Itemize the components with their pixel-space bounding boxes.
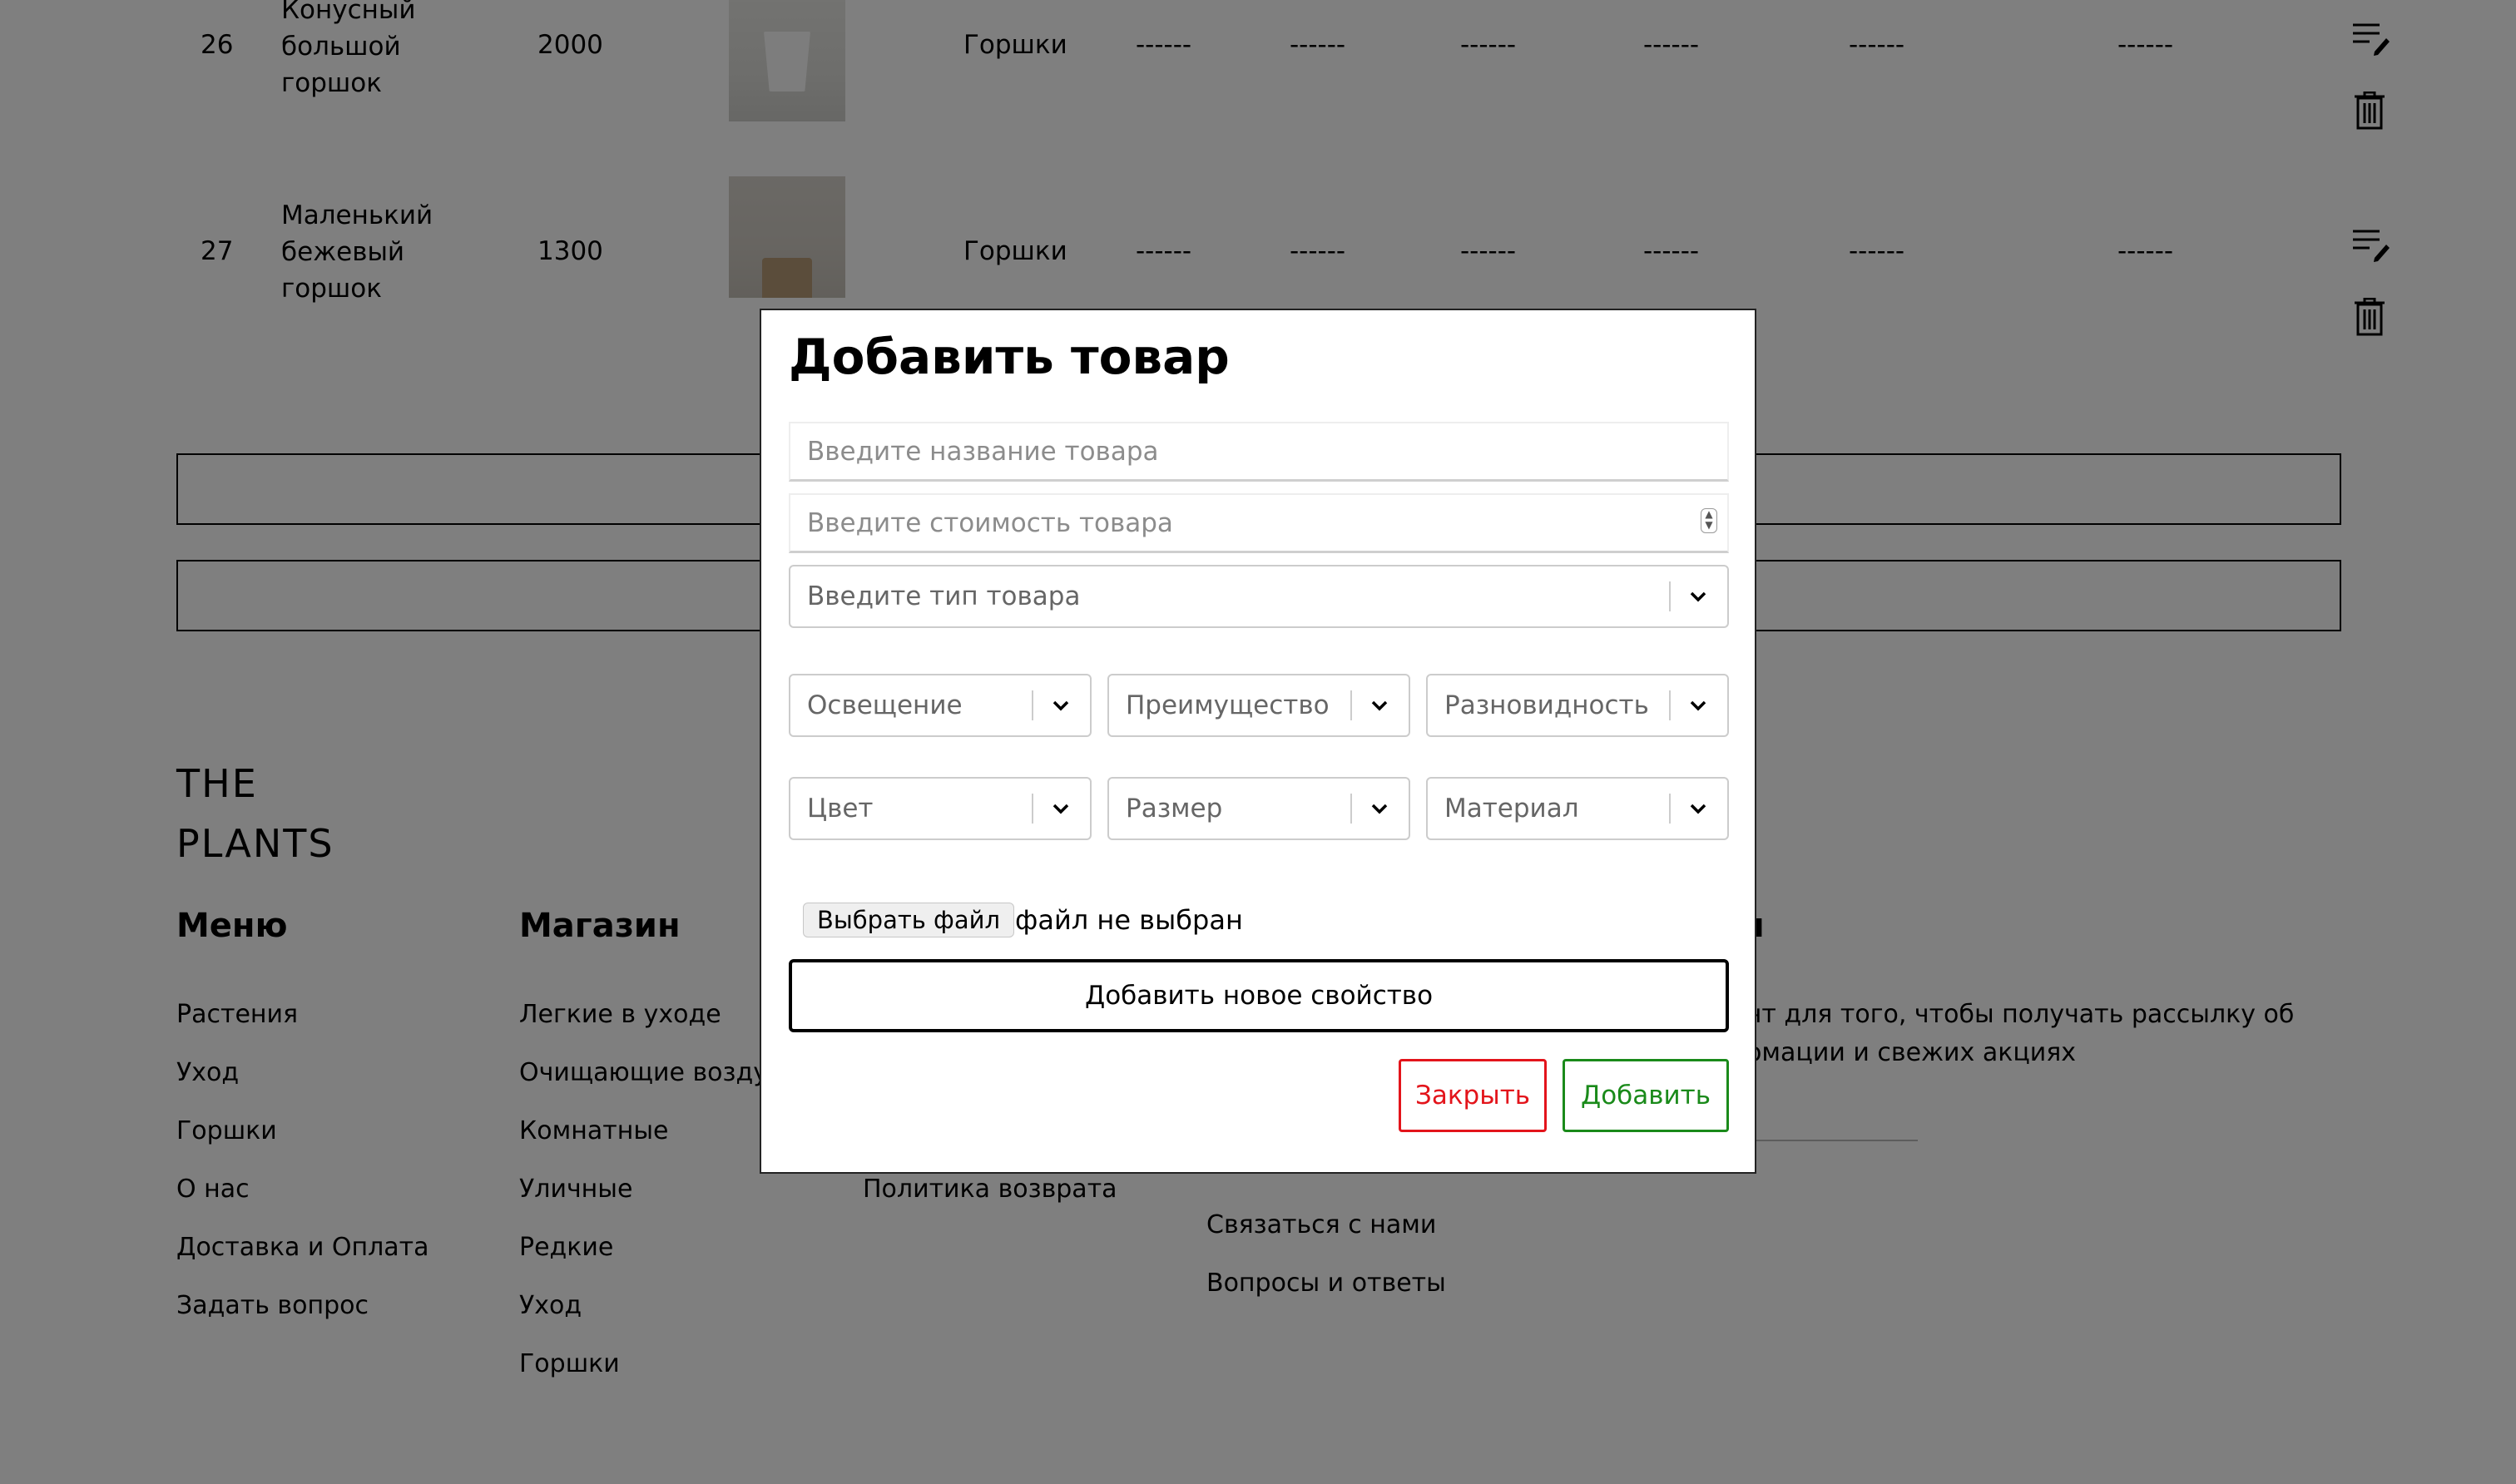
select-separator: [1669, 690, 1671, 720]
product-type-placeholder: Введите тип товара: [807, 581, 1081, 611]
chevron-down-icon: [1690, 804, 1706, 814]
variety-select[interactable]: Разновидность: [1426, 674, 1729, 737]
select-separator: [1032, 794, 1033, 824]
select-separator: [1032, 690, 1033, 720]
product-name-input[interactable]: [789, 422, 1729, 482]
chevron-down-icon: [1052, 804, 1069, 814]
add-product-modal: Добавить товар ▲▼ Введите тип товара Осв…: [760, 309, 1756, 1174]
admin-page: 26 Конусный большой горшок 2000 Горшки -…: [0, 0, 2516, 1484]
file-status-text: файл не выбран: [1015, 904, 1243, 936]
lighting-select[interactable]: Освещение: [789, 674, 1092, 737]
material-select[interactable]: Материал: [1426, 777, 1729, 840]
select-label: Цвет: [807, 794, 874, 824]
select-label: Освещение: [807, 690, 963, 720]
chevron-down-icon: [1690, 591, 1706, 602]
choose-file-button[interactable]: Выбрать файл: [803, 903, 1015, 937]
color-select[interactable]: Цвет: [789, 777, 1092, 840]
chevron-down-icon: [1052, 700, 1069, 711]
select-label: Разновидность: [1444, 690, 1649, 720]
add-product-button[interactable]: Добавить: [1563, 1059, 1729, 1132]
select-separator: [1669, 794, 1671, 824]
select-label: Преимущество: [1126, 690, 1330, 720]
product-type-select[interactable]: Введите тип товара: [789, 565, 1729, 628]
chevron-down-icon: [1371, 700, 1388, 711]
chevron-down-icon: [1371, 804, 1388, 814]
modal-title: Добавить товар: [789, 329, 1230, 385]
product-price-field: ▲▼: [789, 493, 1729, 553]
close-button[interactable]: Закрыть: [1399, 1059, 1547, 1132]
advantage-select[interactable]: Преимущество: [1107, 674, 1410, 737]
add-new-property-button[interactable]: Добавить новое свойство: [789, 959, 1729, 1032]
select-label: Размер: [1126, 794, 1223, 824]
select-separator: [1350, 690, 1352, 720]
select-label: Материал: [1444, 794, 1579, 824]
number-spinner-icon[interactable]: ▲ ▼: [1701, 508, 1717, 533]
chevron-down-icon: [1690, 700, 1706, 711]
product-price-input[interactable]: [789, 493, 1729, 553]
size-select[interactable]: Размер: [1107, 777, 1410, 840]
select-separator: [1350, 794, 1352, 824]
select-separator: [1669, 581, 1671, 611]
